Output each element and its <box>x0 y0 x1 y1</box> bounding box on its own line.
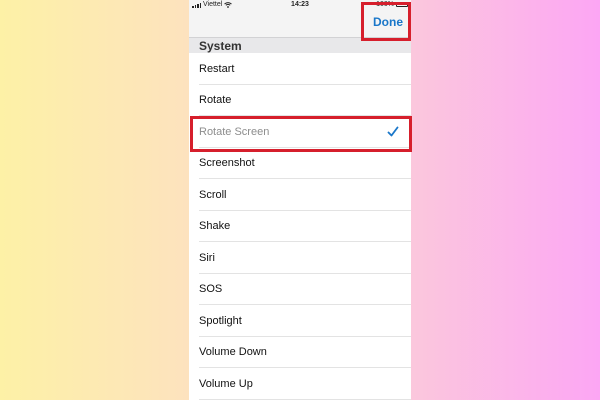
list-item-restart[interactable]: Restart <box>189 53 411 85</box>
list-item-label: SOS <box>199 283 223 296</box>
list-item-label: Volume Down <box>199 346 267 359</box>
list-item-label: Spotlight <box>199 314 242 327</box>
list-item-label: Scroll <box>199 188 227 201</box>
list-item-label: Rotate <box>199 94 232 107</box>
list-item-label: Shake <box>199 220 231 233</box>
list-item-volume-down[interactable]: Volume Down <box>189 337 411 369</box>
list-item-rotate[interactable]: Rotate <box>189 85 411 117</box>
list-item-label: Rotate Screen <box>199 125 270 138</box>
battery-fill <box>398 4 406 5</box>
nav-bar: Done <box>189 10 411 37</box>
battery-icon <box>396 2 410 7</box>
action-list: Restart Rotate Rotate Screen Screenshot … <box>189 53 411 400</box>
list-item-volume-up[interactable]: Volume Up <box>189 368 411 400</box>
battery-percent: 100% <box>376 1 394 8</box>
list-item-spotlight[interactable]: Spotlight <box>189 305 411 337</box>
list-item-label: Screenshot <box>199 157 255 170</box>
checkmark-icon <box>387 126 399 137</box>
section-title: System <box>199 39 242 53</box>
list-item-sos[interactable]: SOS <box>189 274 411 306</box>
status-bar: Viettel 14:23 100% <box>189 0 411 10</box>
list-item-label: Siri <box>199 251 215 264</box>
list-item-shake[interactable]: Shake <box>189 211 411 243</box>
list-item-rotate-screen[interactable]: Rotate Screen <box>189 116 411 148</box>
list-item-screenshot[interactable]: Screenshot <box>189 148 411 180</box>
section-header: System <box>189 37 411 53</box>
phone-screen: Viettel 14:23 100% Done System Restart R… <box>189 0 411 400</box>
done-button[interactable]: Done <box>373 15 403 29</box>
status-right: 100% <box>376 1 410 8</box>
list-item-scroll[interactable]: Scroll <box>189 179 411 211</box>
list-item-label: Restart <box>199 62 235 75</box>
list-item-siri[interactable]: Siri <box>189 242 411 274</box>
list-item-label: Volume Up <box>199 377 253 390</box>
